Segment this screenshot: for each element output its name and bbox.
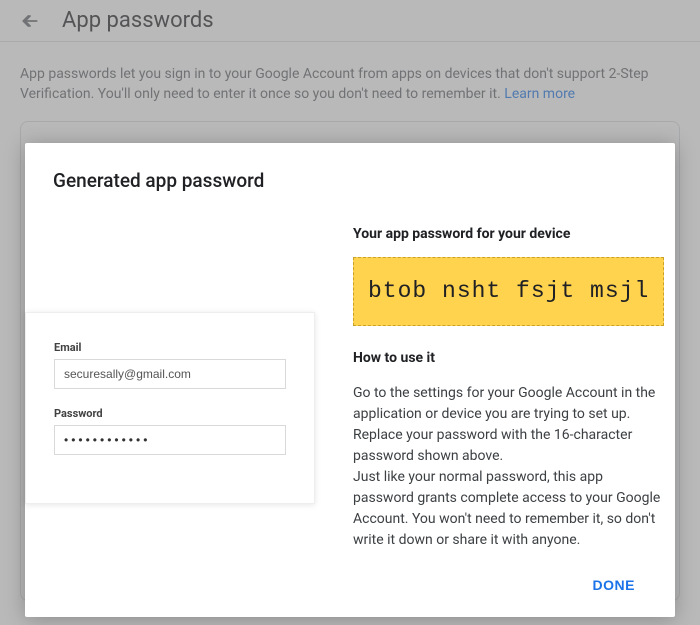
instructions-column: Your app password for your device btob n… <box>353 212 664 551</box>
generated-password-dialog: Generated app password Email Password Yo… <box>25 143 675 617</box>
howto-heading: How to use it <box>353 348 664 369</box>
howto-text-2: Just like your normal password, this app… <box>353 467 664 551</box>
password-label: Password <box>54 407 286 420</box>
example-login-column: Email Password <box>53 212 323 551</box>
email-field <box>54 359 286 389</box>
dialog-actions: DONE <box>53 569 647 601</box>
generated-password: btob nsht fsjt msjl <box>353 257 664 326</box>
example-login-card: Email Password <box>25 312 315 504</box>
dialog-body: Email Password Your app password for you… <box>53 212 647 551</box>
device-password-heading: Your app password for your device <box>353 224 664 245</box>
done-button[interactable]: DONE <box>581 569 647 601</box>
email-label: Email <box>54 341 286 354</box>
dialog-title: Generated app password <box>53 169 647 192</box>
howto-text-1: Go to the settings for your Google Accou… <box>353 383 664 467</box>
password-field <box>54 425 286 455</box>
